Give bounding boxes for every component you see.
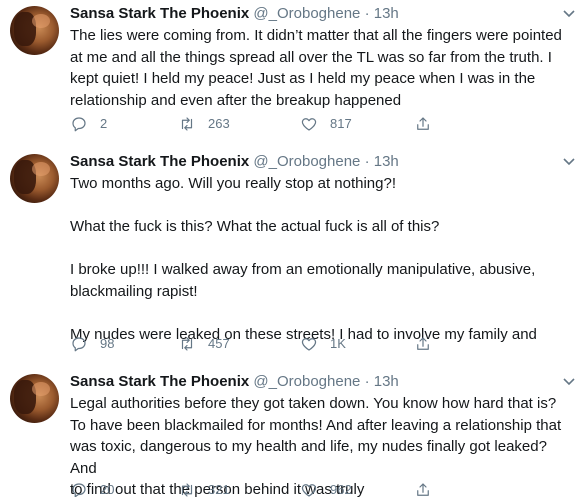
- reply-icon: [72, 483, 86, 497]
- chevron-down-icon[interactable]: [562, 6, 576, 20]
- retweet-count: 457: [208, 336, 230, 351]
- tweet-actions: 2 263 817: [70, 114, 510, 134]
- display-name[interactable]: Sansa Stark The Phoenix: [70, 5, 249, 22]
- share-icon: [417, 483, 429, 496]
- heart-icon: [301, 338, 317, 351]
- share-icon: [417, 337, 429, 350]
- tweet[interactable]: Sansa Stark The Phoenix @_Oroboghene · 1…: [0, 4, 586, 136]
- retweet-icon: [181, 337, 193, 351]
- retweet-count: 321: [208, 482, 230, 497]
- tweet-header: Sansa Stark The Phoenix @_Oroboghene · 1…: [70, 4, 399, 24]
- display-name[interactable]: Sansa Stark The Phoenix: [70, 153, 249, 170]
- timestamp[interactable]: 13h: [374, 153, 399, 170]
- like-count: 817: [330, 116, 352, 131]
- retweet-icon: [181, 117, 193, 131]
- like-button[interactable]: 1K: [300, 334, 346, 354]
- heart-icon: [301, 484, 317, 497]
- retweet-icon: [181, 483, 193, 497]
- timestamp[interactable]: 13h: [374, 5, 399, 22]
- reply-count: 2: [100, 116, 108, 131]
- separator: ·: [364, 5, 370, 22]
- avatar[interactable]: [10, 154, 59, 203]
- avatar[interactable]: [10, 374, 59, 423]
- retweet-count: 263: [208, 116, 230, 131]
- tweet-actions: 98 457 1K: [70, 334, 510, 354]
- separator: ·: [364, 153, 370, 170]
- tweet-header: Sansa Stark The Phoenix @_Oroboghene · 1…: [70, 152, 399, 172]
- retweet-button[interactable]: 321: [178, 480, 230, 497]
- timestamp[interactable]: 13h: [374, 373, 399, 390]
- tweet-actions: 20 321 962: [70, 480, 510, 497]
- reply-button[interactable]: 2: [70, 114, 107, 134]
- share-icon: [417, 117, 429, 130]
- share-button[interactable]: [414, 334, 444, 354]
- handle[interactable]: @_Oroboghene: [253, 373, 360, 390]
- tweet[interactable]: Sansa Stark The Phoenix @_Oroboghene · 1…: [0, 372, 586, 497]
- display-name[interactable]: Sansa Stark The Phoenix: [70, 373, 249, 390]
- like-button[interactable]: 962: [300, 480, 352, 497]
- reply-icon: [72, 117, 86, 132]
- chevron-down-icon[interactable]: [562, 154, 576, 168]
- tweet-header: Sansa Stark The Phoenix @_Oroboghene · 1…: [70, 372, 399, 392]
- retweet-button[interactable]: 457: [178, 334, 230, 354]
- retweet-button[interactable]: 263: [178, 114, 230, 134]
- handle[interactable]: @_Oroboghene: [253, 5, 360, 22]
- tweet-feed: Sansa Stark The Phoenix @_Oroboghene · 1…: [0, 0, 586, 497]
- handle[interactable]: @_Oroboghene: [253, 153, 360, 170]
- reply-icon: [72, 337, 86, 352]
- separator: ·: [364, 373, 370, 390]
- like-button[interactable]: 817: [300, 114, 352, 134]
- reply-count: 98: [100, 336, 115, 351]
- like-count: 1K: [330, 336, 346, 351]
- share-button[interactable]: [414, 114, 444, 134]
- reply-button[interactable]: 20: [70, 480, 114, 497]
- heart-icon: [301, 118, 317, 131]
- tweet-text: Two months ago. Will you really stop at …: [70, 175, 537, 343]
- chevron-down-icon[interactable]: [562, 374, 576, 388]
- reply-count: 20: [100, 482, 115, 497]
- like-count: 962: [330, 482, 352, 497]
- tweet-text: The lies were coming from. It didn’t mat…: [70, 27, 562, 109]
- tweet[interactable]: Sansa Stark The Phoenix @_Oroboghene · 1…: [0, 152, 586, 357]
- reply-button[interactable]: 98: [70, 334, 114, 354]
- avatar[interactable]: [10, 6, 59, 55]
- share-button[interactable]: [414, 480, 444, 497]
